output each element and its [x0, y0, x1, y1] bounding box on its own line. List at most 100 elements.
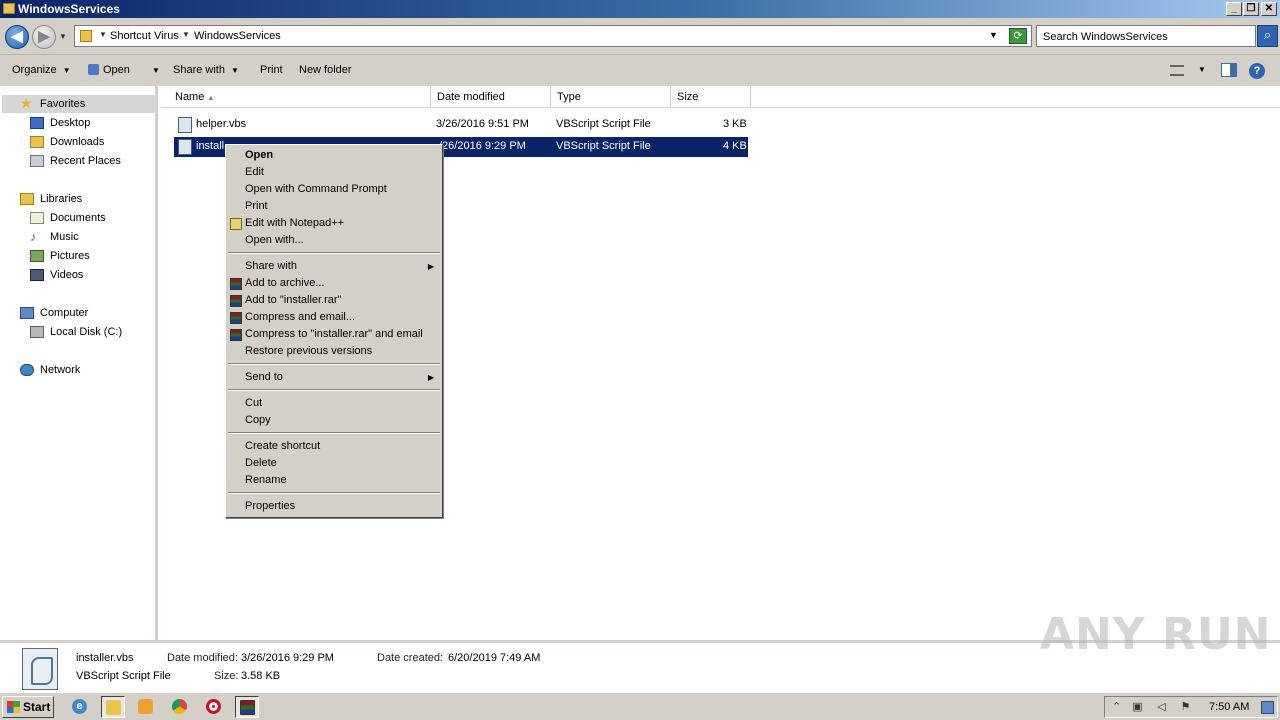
open-button[interactable]: Open: [88, 64, 130, 76]
star-icon: ★: [20, 95, 33, 111]
menu-item-copy[interactable]: Copy: [245, 414, 271, 426]
vbscript-file-icon: [178, 117, 192, 133]
nav-videos[interactable]: Videos: [50, 269, 83, 281]
taskbar-opera[interactable]: [202, 696, 226, 718]
column-header-size[interactable]: Size: [671, 86, 751, 108]
taskbar-media-player[interactable]: [134, 696, 158, 718]
menu-separator: [228, 432, 440, 434]
menu-item-properties[interactable]: Properties: [245, 500, 295, 512]
menu-item-open-command-prompt[interactable]: Open with Command Prompt: [245, 183, 387, 195]
nav-computer[interactable]: Computer: [40, 307, 88, 319]
menu-item-send-to[interactable]: Send to: [245, 371, 283, 383]
menu-separator: [228, 252, 440, 254]
back-button[interactable]: ◀: [5, 25, 29, 49]
details-date-modified-label: Date modified:: [167, 652, 238, 664]
column-header-type[interactable]: Type: [551, 86, 671, 108]
nav-music[interactable]: Music: [50, 231, 79, 243]
change-view-icon[interactable]: [1170, 65, 1184, 76]
menu-item-edit-notepad-plus-plus[interactable]: Edit with Notepad++: [245, 217, 344, 229]
downloads-icon: [30, 136, 44, 148]
file-date: /26/2016 9:29 PM: [439, 140, 526, 152]
menu-item-add-to-installer-rar[interactable]: Add to "installer.rar": [245, 294, 341, 306]
close-button[interactable]: ✕: [1261, 2, 1277, 16]
taskbar-chrome[interactable]: [168, 696, 192, 718]
preview-pane-icon[interactable]: [1221, 63, 1237, 77]
nav-libraries[interactable]: Libraries: [40, 193, 82, 205]
breadcrumb-arrow-icon[interactable]: ▼: [182, 30, 190, 39]
computer-icon: [20, 307, 34, 319]
internet-explorer-icon: e: [72, 699, 87, 714]
window-title: WindowsServices: [18, 2, 120, 16]
show-desktop-icon[interactable]: [1261, 701, 1274, 714]
minimize-button[interactable]: _: [1226, 2, 1242, 16]
menu-item-print[interactable]: Print: [245, 200, 268, 212]
view-options-dropdown[interactable]: ▼: [1198, 65, 1206, 74]
search-input[interactable]: Search WindowsServices: [1036, 25, 1256, 47]
menu-item-add-to-archive[interactable]: Add to archive...: [245, 277, 325, 289]
organize-button[interactable]: Organize ▼: [12, 64, 71, 76]
breadcrumb-windowsservices[interactable]: WindowsServices: [194, 30, 281, 42]
menu-separator: [228, 492, 440, 494]
menu-item-open[interactable]: Open: [245, 149, 273, 161]
local-disk-icon: [30, 326, 44, 338]
menu-item-rename[interactable]: Rename: [245, 474, 287, 486]
maximize-button[interactable]: ❐: [1243, 2, 1259, 16]
nav-desktop[interactable]: Desktop: [50, 117, 90, 129]
clock[interactable]: 7:50 AM: [1209, 701, 1249, 713]
details-filetype: VBScript Script File: [76, 670, 171, 682]
address-dropdown[interactable]: ▼: [989, 30, 998, 40]
open-label: Open: [103, 64, 130, 76]
vbscript-file-icon: [178, 139, 192, 155]
menu-item-open-with[interactable]: Open with...: [245, 234, 304, 246]
forward-button[interactable]: ▶: [32, 25, 56, 49]
nav-favorites[interactable]: Favorites: [40, 98, 85, 110]
recent-pages-dropdown[interactable]: ▼: [59, 32, 67, 41]
share-with-button[interactable]: Share with ▼: [173, 64, 239, 76]
file-date: 3/26/2016 9:51 PM: [436, 118, 529, 130]
action-center-flag-icon[interactable]: ⚑: [1179, 701, 1192, 714]
file-type: VBScript Script File: [556, 140, 651, 152]
search-icon[interactable]: ⌕: [1257, 25, 1278, 47]
nav-network[interactable]: Network: [40, 364, 80, 376]
menu-item-compress-and-email[interactable]: Compress and email...: [245, 311, 355, 323]
menu-item-cut[interactable]: Cut: [245, 397, 262, 409]
nav-documents[interactable]: Documents: [50, 212, 106, 224]
help-icon[interactable]: ?: [1249, 63, 1265, 79]
show-hidden-icons-icon[interactable]: ⌃: [1110, 701, 1123, 714]
menu-item-edit[interactable]: Edit: [245, 166, 264, 178]
menu-item-restore-previous-versions[interactable]: Restore previous versions: [245, 345, 372, 357]
taskbar-internet-explorer[interactable]: e: [68, 696, 92, 718]
nav-downloads[interactable]: Downloads: [50, 136, 104, 148]
start-label: Start: [23, 700, 51, 714]
network-tray-icon[interactable]: ▣: [1131, 701, 1144, 714]
menu-item-share-with[interactable]: Share with: [245, 260, 297, 272]
menu-item-delete[interactable]: Delete: [245, 457, 277, 469]
details-date-modified: 3/26/2016 9:29 PM: [241, 652, 334, 664]
name-header-label: Name: [175, 91, 205, 103]
nav-recent-places[interactable]: Recent Places: [50, 155, 121, 167]
menu-item-create-shortcut[interactable]: Create shortcut: [245, 440, 320, 452]
breadcrumb-arrow-icon[interactable]: ▼: [99, 30, 107, 39]
file-row-helper[interactable]: helper.vbs 3/26/2016 9:51 PM VBScript Sc…: [174, 115, 748, 135]
column-header-date[interactable]: Date modified: [431, 86, 551, 108]
chrome-icon: [172, 699, 187, 714]
start-button[interactable]: Start: [2, 696, 54, 718]
nav-pictures[interactable]: Pictures: [50, 250, 90, 262]
new-folder-button[interactable]: New folder: [299, 64, 352, 76]
open-icon: [88, 64, 99, 75]
print-button[interactable]: Print: [260, 64, 283, 76]
file-type: VBScript Script File: [556, 118, 651, 130]
taskbar-winrar[interactable]: [235, 696, 259, 718]
nav-local-disk[interactable]: Local Disk (C:): [50, 326, 122, 338]
refresh-button[interactable]: ⟳: [1009, 28, 1027, 44]
file-name: helper.vbs: [196, 118, 247, 130]
column-header-name[interactable]: Name ▲: [169, 86, 431, 108]
volume-icon[interactable]: ◁: [1155, 701, 1168, 714]
breadcrumb-shortcut-virus[interactable]: Shortcut Virus: [110, 30, 179, 42]
address-bar[interactable]: ▼ Shortcut Virus ▼ WindowsServices ▼ ⟳: [74, 25, 1032, 47]
navigation-pane: ★ Favorites Desktop Downloads Recent Pla…: [0, 86, 158, 640]
menu-item-compress-rar-and-email[interactable]: Compress to "installer.rar" and email: [245, 328, 423, 340]
open-dropdown[interactable]: ▼: [146, 64, 160, 76]
taskbar-windows-explorer[interactable]: [101, 696, 125, 718]
context-menu: Open Edit Open with Command Prompt Print…: [225, 144, 443, 518]
